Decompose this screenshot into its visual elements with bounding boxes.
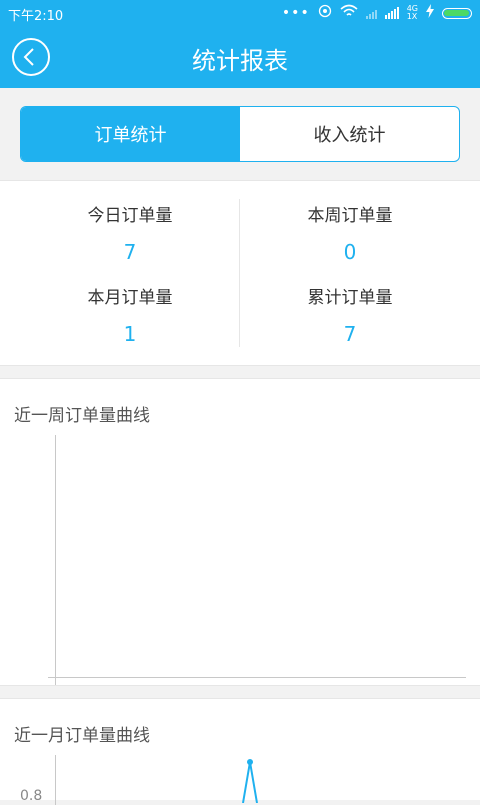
segmented-tabs: 订单统计 收入统计 [20, 106, 460, 162]
stat-week-value: 0 [343, 240, 357, 264]
stat-week: 本周订单量 0 [230, 201, 470, 264]
page-title: 统计报表 [192, 47, 288, 75]
stat-total-label: 累计订单量 [307, 288, 393, 308]
stat-week-label: 本周订单量 [307, 206, 393, 226]
tabs-area: 订单统计 收入统计 [0, 88, 480, 180]
stat-total-value: 7 [343, 322, 357, 346]
stat-month-value: 1 [123, 322, 137, 346]
monthly-chart-panel: 近一月订单量曲线 0.8 [0, 698, 480, 805]
charging-icon [426, 4, 434, 22]
weekly-chart-title: 近一周订单量曲线 [14, 406, 150, 426]
signal-icon [365, 7, 377, 19]
status-bar: 下午2:10 ••• 4G 1X [0, 0, 480, 26]
tab-order-stats[interactable]: 订单统计 [21, 107, 240, 161]
stat-today-value: 7 [123, 240, 137, 264]
nav-bar: 统计报表 [0, 26, 480, 88]
wifi-icon [340, 4, 358, 22]
tab-income-stats[interactable]: 收入统计 [240, 107, 459, 161]
signal-strong-icon [384, 7, 399, 19]
battery-icon [442, 7, 472, 19]
stat-month-label: 本月订单量 [87, 288, 173, 308]
weekly-chart-panel: 近一周订单量曲线 [0, 378, 480, 686]
weekly-chart-x-axis [48, 677, 466, 678]
network-type: 4G 1X [406, 4, 418, 21]
status-icons: ••• 4G 1X [282, 4, 472, 22]
stat-total: 累计订单量 7 [230, 283, 470, 346]
more-dots-icon: ••• [281, 5, 310, 21]
status-time: 下午2:10 [8, 9, 64, 24]
stat-month: 本月订单量 1 [10, 283, 250, 346]
sync-icon [318, 4, 332, 22]
monthly-chart-y-axis [55, 755, 56, 805]
stat-today-label: 今日订单量 [87, 206, 173, 226]
stat-today: 今日订单量 7 [10, 201, 250, 264]
monthly-chart-y-tick: 0.8 [20, 788, 43, 804]
weekly-chart-y-axis [55, 435, 56, 685]
battery-level [444, 9, 469, 16]
monthly-chart-title: 近一月订单量曲线 [14, 726, 150, 746]
stats-panel: 今日订单量 7 本周订单量 0 本月订单量 1 累计订单量 7 [0, 180, 480, 366]
monthly-chart-point [247, 759, 253, 765]
monthly-chart-line [242, 759, 258, 803]
